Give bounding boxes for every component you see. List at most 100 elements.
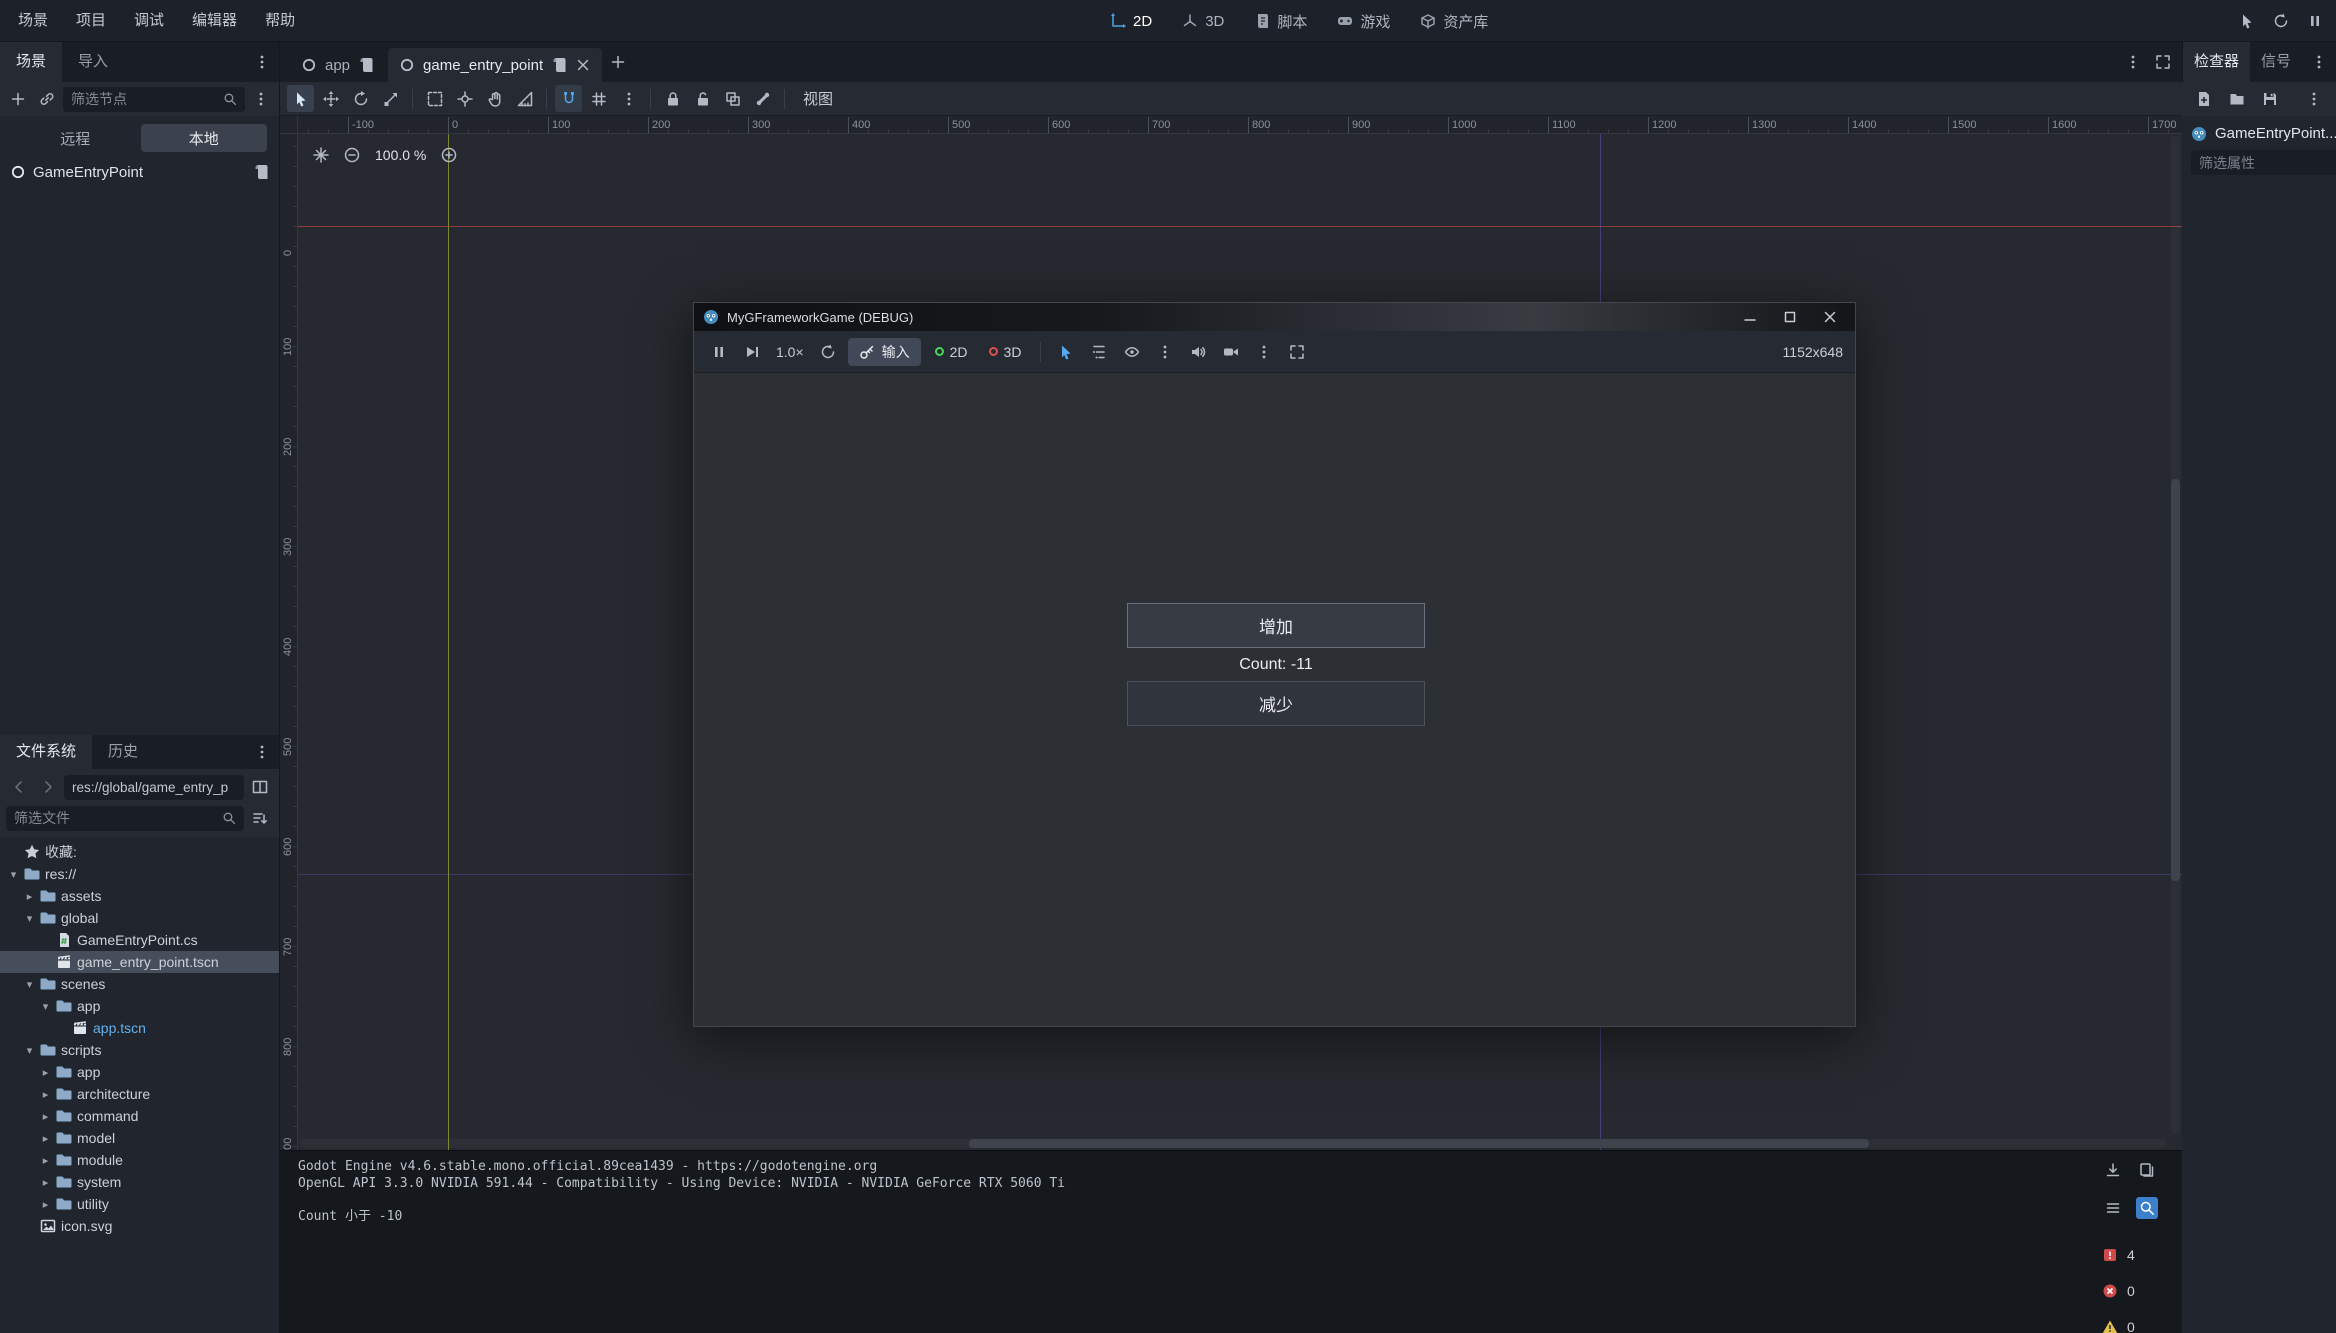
fs-item-module[interactable]: ▸module	[0, 1149, 279, 1171]
fs-item-assets[interactable]: ▸assets	[0, 885, 279, 907]
tab-signals[interactable]: 信号	[2250, 42, 2302, 82]
menu-item[interactable]: 编辑器	[178, 0, 251, 42]
menu-item[interactable]: 场景	[4, 0, 62, 42]
menu-item[interactable]: 帮助	[251, 0, 309, 42]
fs-item-:[interactable]: 收藏:	[0, 841, 279, 863]
fs-item-architecture[interactable]: ▸architecture	[0, 1083, 279, 1105]
console-log[interactable]: Godot Engine v4.6.stable.mono.official.8…	[298, 1159, 2082, 1225]
horizontal-scrollbar[interactable]	[300, 1139, 2166, 1148]
smart-snap-button[interactable]	[555, 85, 582, 112]
move-tool-button[interactable]	[317, 85, 344, 112]
minimize-window-icon[interactable]	[1734, 306, 1766, 328]
scene-tree-root-node[interactable]: GameEntryPoint	[0, 158, 279, 186]
unlock-node-button[interactable]	[689, 85, 716, 112]
tab-import-dock[interactable]: 导入	[62, 42, 124, 82]
pan-tool-button[interactable]	[481, 85, 508, 112]
zoom-in-button[interactable]	[436, 142, 462, 168]
view-menu-button[interactable]: 视图	[793, 85, 843, 112]
close-icon[interactable]	[575, 57, 591, 73]
zoom-level[interactable]: 100.0 %	[370, 147, 431, 163]
new-resource-icon[interactable]	[2191, 86, 2217, 112]
fs-item-model[interactable]: ▸model	[0, 1127, 279, 1149]
select-tool-button[interactable]	[287, 85, 314, 112]
save-resource-icon[interactable]	[2257, 86, 2283, 112]
audio-mute-icon[interactable]	[1185, 339, 1211, 365]
attached-script-icon[interactable]	[253, 164, 269, 180]
fs-item-GameEntryPoint.cs[interactable]: GameEntryPoint.cs	[0, 929, 279, 951]
decrease-button[interactable]: 减少	[1127, 681, 1425, 726]
fs-item-global[interactable]: ▾global	[0, 907, 279, 929]
debug-options-icon[interactable]	[1152, 339, 1178, 365]
mode-2d-button[interactable]: 2D	[928, 344, 975, 360]
expand-arrow-icon[interactable]: ▸	[40, 1176, 51, 1189]
expand-arrow-icon[interactable]: ▸	[40, 1088, 51, 1101]
scene-dock-options-icon[interactable]	[248, 86, 274, 112]
camera-options-icon[interactable]	[1251, 339, 1277, 365]
toggle-split-icon[interactable]	[247, 774, 273, 800]
vertical-ruler[interactable]: 0100200300400500600700800900	[280, 134, 298, 1150]
fs-item-utility[interactable]: ▸utility	[0, 1193, 279, 1215]
script-icon[interactable]	[358, 57, 374, 73]
horizontal-ruler[interactable]: -100010020030040050060070080090010001100…	[298, 116, 2182, 134]
messages-badge[interactable]: 4	[2102, 1243, 2135, 1267]
script-icon[interactable]	[551, 57, 567, 73]
vertical-scrollbar[interactable]	[2171, 136, 2180, 1134]
nav-back-icon[interactable]	[6, 774, 32, 800]
add-scene-button[interactable]	[605, 49, 631, 75]
rotate-tool-button[interactable]	[347, 85, 374, 112]
grid-snap-button[interactable]	[585, 85, 612, 112]
input-mode-button[interactable]: 输入	[848, 338, 921, 366]
expand-arrow-icon[interactable]: ▸	[24, 890, 35, 903]
expand-arrow-icon[interactable]: ▸	[40, 1066, 51, 1079]
fs-item-app.tscn[interactable]: app.tscn	[0, 1017, 279, 1039]
fs-item-scripts[interactable]: ▾scripts	[0, 1039, 279, 1061]
add-node-button[interactable]	[5, 86, 31, 112]
right-dock-menu-icon[interactable]	[2306, 49, 2332, 75]
expand-arrow-icon[interactable]: ▸	[40, 1198, 51, 1211]
menu-item[interactable]: 项目	[62, 0, 120, 42]
debug-select-icon[interactable]	[1053, 339, 1079, 365]
fs-item-icon.svg[interactable]: icon.svg	[0, 1215, 279, 1237]
fs-item-app[interactable]: ▸app	[0, 1061, 279, 1083]
editor-tab-game[interactable]: 游戏	[1325, 6, 1402, 36]
close-window-icon[interactable]	[1814, 306, 1846, 328]
editor-tab-assetlib[interactable]: 资产库	[1408, 6, 1500, 36]
errors-badge[interactable]: 0	[2102, 1279, 2135, 1303]
editor-tab-2d[interactable]: 2D	[1098, 6, 1164, 36]
speed-multiplier[interactable]: 1.0×	[772, 344, 808, 360]
load-resource-icon[interactable]	[2224, 86, 2250, 112]
vscroll-thumb[interactable]	[2171, 479, 2180, 881]
fs-item-system[interactable]: ▸system	[0, 1171, 279, 1193]
skeleton-options-button[interactable]	[749, 85, 776, 112]
fs-item-game_entry_point.tscn[interactable]: game_entry_point.tscn	[0, 951, 279, 973]
editor-tab-script[interactable]: 脚本	[1242, 6, 1319, 36]
ruler-tool-button[interactable]	[511, 85, 538, 112]
next-frame-icon[interactable]	[739, 339, 765, 365]
group-node-button[interactable]	[719, 85, 746, 112]
collapse-arrow-icon[interactable]: ▾	[8, 868, 19, 881]
scene-tab-game_entry_point[interactable]: game_entry_point	[388, 48, 602, 82]
collapse-messages-icon[interactable]	[2102, 1197, 2124, 1219]
pivot-tool-button[interactable]	[451, 85, 478, 112]
tab-scene-dock[interactable]: 场景	[0, 42, 62, 82]
editor-tab-3d[interactable]: 3D	[1170, 6, 1236, 36]
filter-properties-input[interactable]: 筛选属性	[2191, 150, 2336, 175]
warnings-badge[interactable]: 0	[2102, 1315, 2135, 1333]
increase-button[interactable]: 增加	[1127, 603, 1425, 648]
inspector-options-icon[interactable]	[2301, 86, 2327, 112]
sort-files-icon[interactable]	[247, 805, 273, 831]
remote-button[interactable]: 远程	[12, 124, 139, 152]
hscroll-thumb[interactable]	[969, 1139, 1869, 1148]
local-button[interactable]: 本地	[141, 124, 268, 152]
reset-speed-icon[interactable]	[815, 339, 841, 365]
fs-item-res:[interactable]: ▾res://	[0, 863, 279, 885]
copy-log-icon[interactable]	[2136, 1159, 2158, 1181]
lock-node-button[interactable]	[659, 85, 686, 112]
pointer-icon[interactable]	[2234, 8, 2260, 34]
scale-tool-button[interactable]	[377, 85, 404, 112]
camera-override-icon[interactable]	[1218, 339, 1244, 365]
game-window-titlebar[interactable]: MyGFrameworkGame (DEBUG)	[694, 303, 1855, 331]
instantiate-scene-button[interactable]	[34, 86, 60, 112]
zoom-out-button[interactable]	[339, 142, 365, 168]
scene-tabs-menu-icon[interactable]	[2120, 49, 2146, 75]
